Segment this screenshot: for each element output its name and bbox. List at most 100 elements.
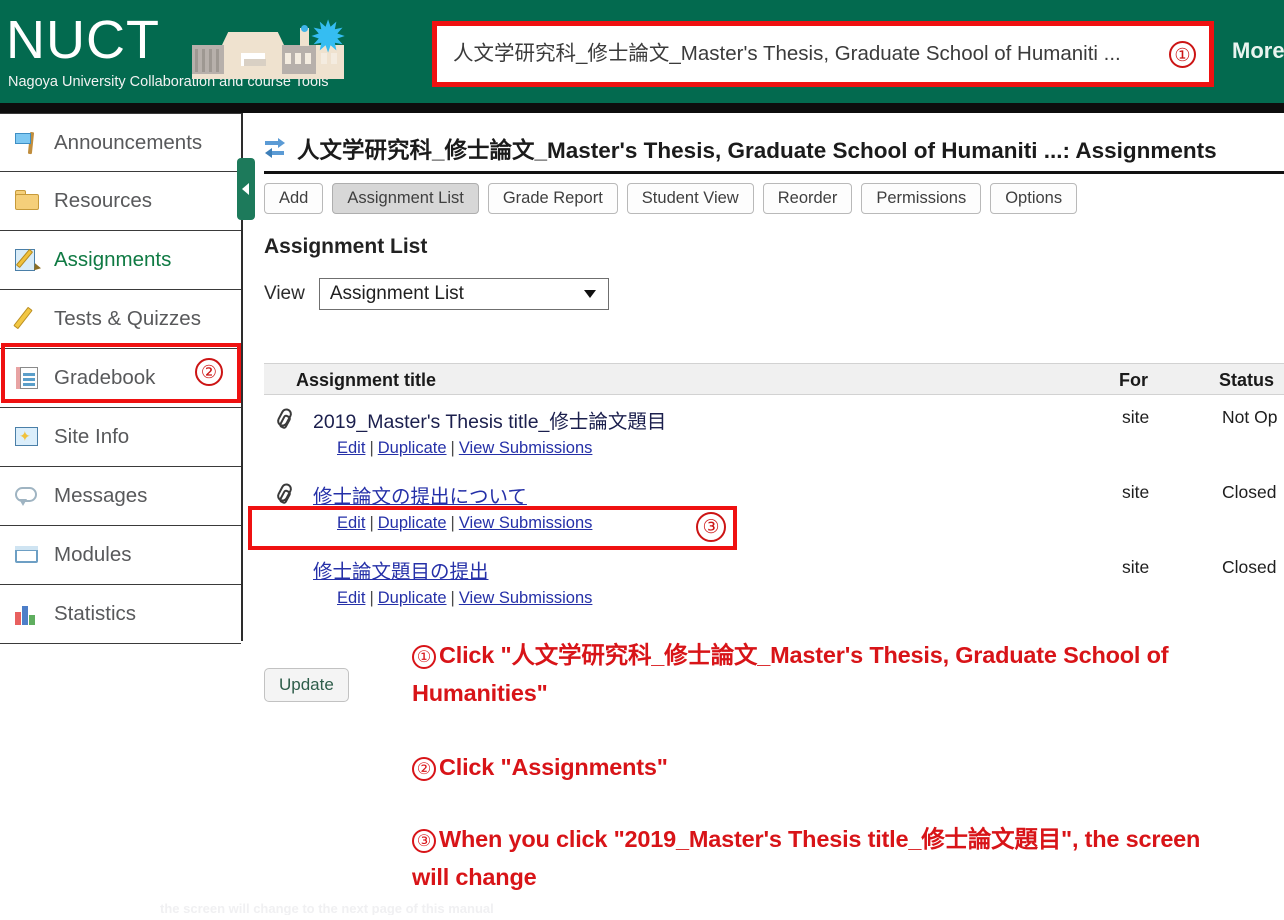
logo-title: NUCT bbox=[6, 10, 160, 70]
toolbar-button-assignment-list[interactable]: Assignment List bbox=[332, 183, 479, 214]
refresh-icon[interactable] bbox=[264, 138, 288, 160]
column-header-for: For bbox=[1119, 370, 1148, 390]
assignment-sheet-pencil-icon bbox=[14, 247, 41, 273]
assignments-toolbar: Add Assignment List Grade Report Student… bbox=[264, 183, 1078, 214]
table-header-row: Assignment title For Status bbox=[264, 363, 1284, 395]
table-row: 修士論文の提出について Edit | Duplicate | View Submissi… bbox=[264, 470, 1284, 545]
sidebar-item-tests-quizzes[interactable]: Tests & Quizzes bbox=[0, 290, 241, 349]
window-icon bbox=[14, 542, 40, 568]
sidebar-item-site-info[interactable]: ✦ Site Info bbox=[0, 408, 241, 467]
view-submissions-link[interactable]: View Submissions bbox=[459, 514, 593, 532]
sidebar-item-label: Gradebook bbox=[54, 366, 156, 389]
cutoff-bottom-text: the screen will change to the next page … bbox=[160, 901, 494, 915]
sidebar-item-label: Tests & Quizzes bbox=[54, 307, 201, 330]
toolbar-button-reorder[interactable]: Reorder bbox=[762, 183, 853, 214]
annotation-text-2: Click "Assignments" bbox=[439, 754, 668, 780]
row-status-value: Closed bbox=[1222, 557, 1277, 577]
row-status-value: Not Op bbox=[1222, 407, 1278, 427]
site-tab-label: 人文学研究科_修士論文_Master's Thesis, Graduate Sc… bbox=[453, 42, 1121, 65]
duplicate-link[interactable]: Duplicate bbox=[378, 514, 447, 532]
view-label: View bbox=[264, 283, 305, 304]
toolbar-button-permissions[interactable]: Permissions bbox=[861, 183, 982, 214]
row-for-value: site bbox=[1122, 482, 1150, 502]
view-submissions-link[interactable]: View Submissions bbox=[459, 439, 593, 457]
row-actions: Edit | Duplicate | View Submissions bbox=[337, 514, 593, 532]
assignment-title-link[interactable]: 修士論文題目の提出 bbox=[313, 555, 489, 584]
speech-bubble-icon bbox=[14, 483, 40, 509]
toolbar-button-options[interactable]: Options bbox=[990, 183, 1078, 214]
row-actions: Edit | Duplicate | View Submissions bbox=[337, 589, 593, 607]
table-row: 2019_Master's Thesis title_修士論文題目 Edit | D… bbox=[264, 395, 1284, 470]
tool-sidebar: Announcements Resources Assignments Test… bbox=[0, 113, 243, 644]
paperclip-icon bbox=[275, 481, 295, 504]
duplicate-link[interactable]: Duplicate bbox=[378, 439, 447, 457]
annotation-marker-1: ① bbox=[412, 645, 436, 669]
row-for-value: site bbox=[1122, 557, 1150, 577]
section-title: Assignment List bbox=[264, 235, 428, 258]
gradebook-icon bbox=[14, 365, 40, 391]
flag-icon bbox=[14, 130, 40, 156]
sidebar-item-label: Site Info bbox=[54, 425, 130, 448]
step-marker-3: ③ bbox=[696, 512, 726, 542]
site-info-icon: ✦ bbox=[14, 424, 40, 450]
annotation-text-3: When you click "2019_Master's Thesis tit… bbox=[412, 826, 1201, 890]
toolbar-button-student-view[interactable]: Student View bbox=[626, 183, 754, 214]
view-select[interactable]: Assignment List bbox=[318, 278, 609, 310]
toolbar-button-add[interactable]: Add bbox=[264, 183, 324, 214]
nuct-logo[interactable]: NUCT Nagoya University Collaboration and… bbox=[6, 8, 371, 94]
folder-icon bbox=[14, 188, 40, 214]
assignment-title-link[interactable]: 2019_Master's Thesis title_修士論文題目 bbox=[313, 405, 666, 434]
row-status-value: Closed bbox=[1222, 482, 1277, 502]
site-tab-highlight-box[interactable]: 人文学研究科_修士論文_Master's Thesis, Graduate Sc… bbox=[432, 21, 1214, 87]
top-header-bar: NUCT Nagoya University Collaboration and… bbox=[0, 0, 1284, 103]
toolbar-button-grade-report[interactable]: Grade Report bbox=[487, 183, 618, 214]
assignment-table: Assignment title For Status 2019_Master'… bbox=[264, 363, 1284, 620]
main-content: 人文学研究科_修士論文_Master's Thesis, Graduate Sc… bbox=[245, 113, 1284, 920]
sidebar-item-statistics[interactable]: Statistics bbox=[0, 585, 241, 644]
annotation-step-1: ① Click "人文学研究科_修士論文_Master's Thesis, Gra… bbox=[412, 636, 1212, 712]
pencil-icon bbox=[13, 306, 40, 332]
sidebar-item-label: Announcements bbox=[54, 130, 203, 154]
view-submissions-link[interactable]: View Submissions bbox=[459, 589, 593, 607]
duplicate-link[interactable]: Duplicate bbox=[378, 589, 447, 607]
sidebar-item-label: Statistics bbox=[54, 602, 137, 625]
title-underline bbox=[264, 171, 1284, 174]
sidebar-item-label: Resources bbox=[54, 189, 152, 212]
sidebar-item-label: Messages bbox=[54, 484, 148, 507]
sidebar-item-messages[interactable]: Messages bbox=[0, 467, 241, 526]
annotation-marker-3: ③ bbox=[412, 829, 436, 853]
step-marker-2: ② bbox=[195, 358, 223, 386]
table-row: 修士論文題目の提出 Edit | Duplicate | View Submission… bbox=[264, 545, 1284, 620]
annotation-marker-2: ② bbox=[412, 757, 436, 781]
step-marker-1: ① bbox=[1169, 41, 1196, 68]
bar-chart-icon bbox=[14, 601, 40, 627]
page-title-row: 人文学研究科_修士論文_Master's Thesis, Graduate Sc… bbox=[264, 131, 1284, 167]
sidebar-item-resources[interactable]: Resources bbox=[0, 172, 241, 231]
header-divider bbox=[0, 103, 1284, 113]
edit-link[interactable]: Edit bbox=[337, 589, 365, 607]
assignment-title-link[interactable]: 修士論文の提出について bbox=[313, 480, 527, 509]
edit-link[interactable]: Edit bbox=[337, 439, 365, 457]
page-title: 人文学研究科_修士論文_Master's Thesis, Graduate Sc… bbox=[297, 138, 1217, 163]
annotation-text-1: Click "人文学研究科_修士論文_Master's Thesis, Grad… bbox=[412, 642, 1169, 706]
row-for-value: site bbox=[1122, 407, 1150, 427]
row-actions: Edit | Duplicate | View Submissions bbox=[337, 439, 593, 457]
sidebar-item-announcements[interactable]: Announcements bbox=[0, 113, 241, 172]
view-select-value: Assignment List bbox=[329, 283, 464, 304]
sidebar-item-assignments[interactable]: Assignments bbox=[0, 231, 241, 290]
column-header-title: Assignment title bbox=[296, 370, 437, 390]
view-filter-row: View Assignment List bbox=[264, 278, 609, 310]
paperclip-icon bbox=[275, 406, 295, 429]
annotation-step-2: ② Click "Assignments" bbox=[412, 748, 1212, 786]
screenshot-root: NUCT Nagoya University Collaboration and… bbox=[0, 0, 1284, 920]
edit-link[interactable]: Edit bbox=[337, 514, 365, 532]
update-button[interactable]: Update bbox=[264, 668, 349, 702]
sidebar-item-label: Assignments bbox=[54, 248, 172, 271]
sidebar-item-label: Modules bbox=[54, 543, 132, 566]
sidebar-item-modules[interactable]: Modules bbox=[0, 526, 241, 585]
university-building-icon bbox=[192, 24, 352, 80]
annotation-step-3: ③ When you click "2019_Master's Thesis ti… bbox=[412, 820, 1212, 896]
chevron-down-icon bbox=[583, 290, 596, 298]
more-link[interactable]: More bbox=[1232, 38, 1284, 64]
sidebar-collapse-handle[interactable] bbox=[237, 158, 255, 220]
